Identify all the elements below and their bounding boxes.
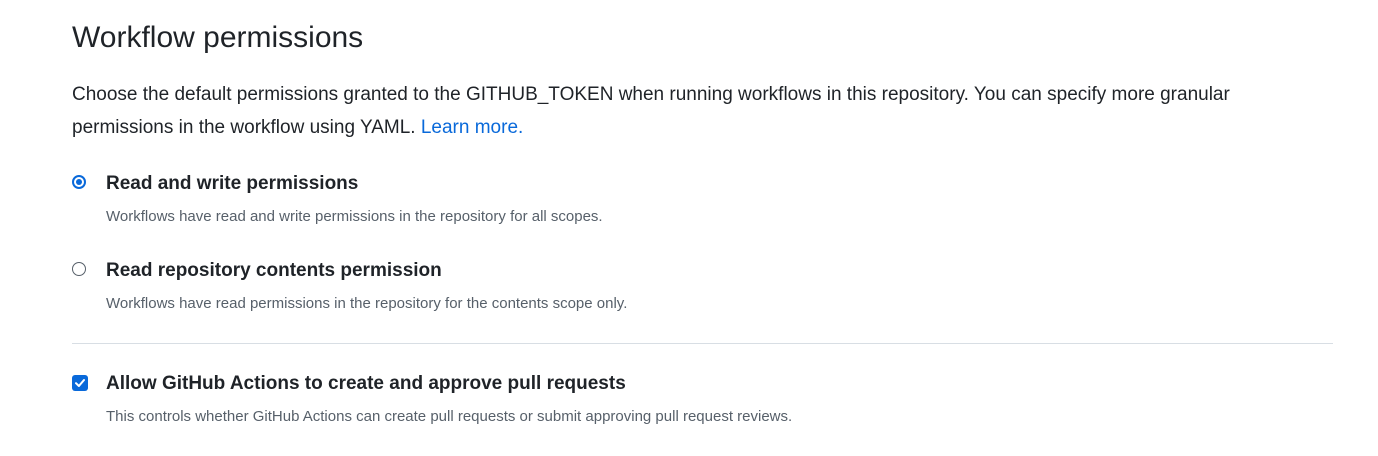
read-write-note: Workflows have read and write permission… (106, 208, 603, 225)
read-contents-radio[interactable] (72, 262, 86, 276)
section-description: Choose the default permissions granted t… (72, 78, 1332, 144)
section-title: Workflow permissions (72, 21, 364, 54)
section-divider (72, 343, 1333, 344)
read-write-label[interactable]: Read and write permissions (106, 172, 358, 196)
description-text: Choose the default permissions granted t… (72, 84, 1230, 138)
read-write-radio[interactable] (72, 175, 86, 189)
read-contents-note: Workflows have read permissions in the r… (106, 295, 628, 312)
learn-more-link[interactable]: Learn more. (421, 117, 523, 138)
read-contents-label[interactable]: Read repository contents permission (106, 259, 442, 283)
allow-pull-requests-label[interactable]: Allow GitHub Actions to create and appro… (106, 372, 626, 396)
allow-pull-requests-note: This controls whether GitHub Actions can… (106, 408, 793, 425)
allow-pull-requests-checkbox[interactable] (72, 375, 88, 391)
workflow-permissions-section: Workflow permissions Choose the default … (0, 0, 1378, 456)
checkmark-icon (75, 379, 85, 387)
